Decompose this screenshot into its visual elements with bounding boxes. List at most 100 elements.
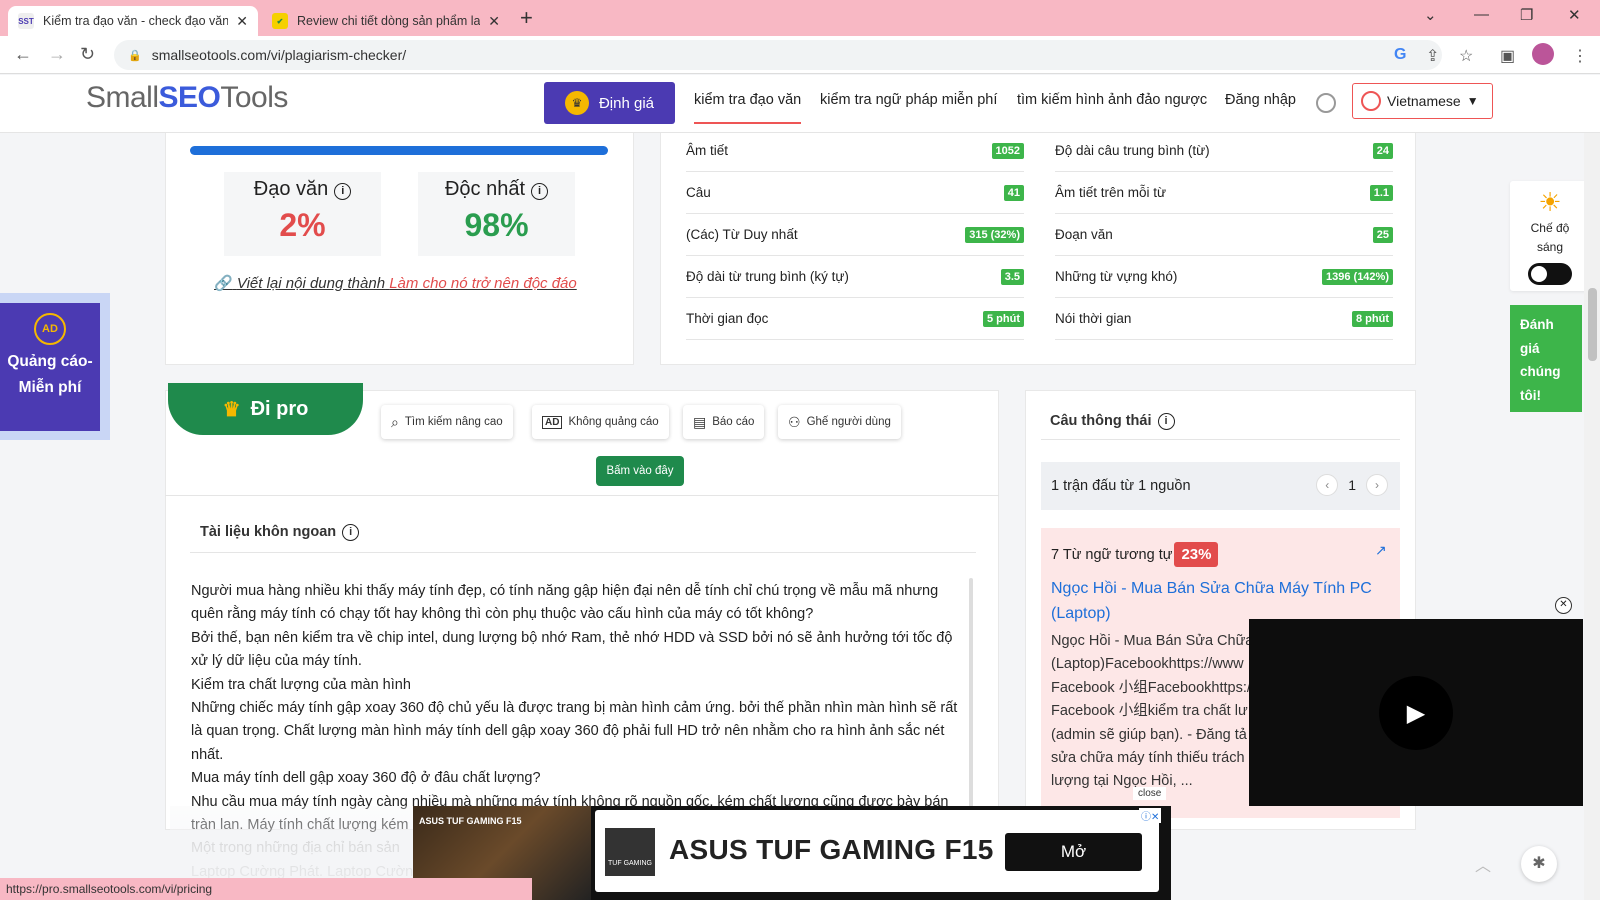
- url-text: smallseotools.com/vi/plagiarism-checker/: [151, 47, 407, 63]
- stat-value: 24: [1372, 142, 1393, 159]
- ad-free-banner[interactable]: AD Quảng cáo-Miễn phí: [0, 293, 110, 440]
- theme-label: Chế độ sáng: [1530, 221, 1570, 254]
- go-pro-ribbon[interactable]: ♛ Đi pro: [168, 383, 363, 435]
- rate-us-button[interactable]: Đánh giá chúng tôi!: [1510, 305, 1582, 412]
- site-header: SmallSEOTools ♛ Định giá kiểm tra đạo vă…: [0, 75, 1600, 133]
- plagiarism-box: Đạo văn i 2%: [224, 172, 381, 256]
- browser-tab-active[interactable]: SST Kiểm tra đạo văn - check đạo văn ✕: [8, 6, 258, 36]
- stat-row: Âm tiết trên mỗi từ 1.1: [1055, 172, 1393, 214]
- site-logo[interactable]: SmallSEOTools: [86, 81, 288, 115]
- avatar[interactable]: [1532, 43, 1554, 65]
- globe-icon: [1361, 91, 1381, 111]
- page-scrollbar[interactable]: [1584, 133, 1600, 900]
- close-tab-icon[interactable]: ✕: [236, 13, 248, 30]
- search-icon: ⌕: [391, 413, 399, 430]
- pricing-button[interactable]: ♛ Định giá: [544, 82, 675, 124]
- sentence-panel-title-text: Câu thông thái: [1050, 413, 1152, 429]
- stat-row: Âm tiết 1052: [686, 130, 1024, 172]
- browser-tab-strip: SST Kiểm tra đạo văn - check đạo văn ✕ ✔…: [0, 0, 1600, 36]
- external-link-icon[interactable]: ↗: [1375, 542, 1387, 559]
- ad-free-label: Quảng cáo-Miễn phí: [7, 353, 93, 396]
- go-pro-label: Đi pro: [250, 397, 309, 420]
- restore-icon[interactable]: ❐: [1520, 6, 1533, 24]
- kebab-menu-icon[interactable]: ⋮: [1572, 46, 1588, 66]
- info-icon[interactable]: i: [334, 183, 352, 200]
- nav-grammar-checker[interactable]: kiểm tra ngữ pháp miễn phí: [820, 92, 997, 108]
- tab-title: Kiểm tra đạo văn - check đạo văn: [43, 14, 229, 28]
- bug-report-icon[interactable]: ✱: [1521, 846, 1557, 882]
- similar-words-label: 7 Từ ngữ tương tự: [1051, 546, 1173, 563]
- feature-label: Không quảng cáo: [568, 416, 659, 428]
- rewrite-link[interactable]: 🔗 Viết lại nội dung thành Làm cho nó trở…: [214, 274, 577, 292]
- chevron-down-icon: ▼: [1466, 94, 1479, 108]
- close-tab-icon[interactable]: ✕: [488, 13, 500, 30]
- nav-login[interactable]: Đăng nhập: [1225, 92, 1296, 108]
- language-label: Vietnamese: [1387, 93, 1461, 109]
- google-icon[interactable]: G: [1394, 46, 1406, 64]
- play-icon[interactable]: ▶: [1379, 676, 1453, 750]
- address-bar[interactable]: 🔒 smallseotools.com/vi/plagiarism-checke…: [114, 40, 1442, 70]
- browser-tab[interactable]: ✔ Review chi tiết dòng sản phẩm la ✕: [262, 6, 510, 36]
- ad-open-button[interactable]: Mở: [1005, 833, 1142, 871]
- page-number: 1: [1348, 477, 1356, 493]
- adchoices-icon[interactable]: ⓘ✕: [1139, 808, 1162, 823]
- new-tab-icon[interactable]: +: [520, 6, 533, 30]
- click-here-button[interactable]: Bấm vào đây: [596, 456, 684, 486]
- page-scrollbar-thumb[interactable]: [1588, 288, 1597, 361]
- video-player[interactable]: ▶: [1249, 619, 1583, 806]
- feature-no-ads[interactable]: AD Không quảng cáo: [532, 405, 669, 439]
- similar-percent-badge: 23%: [1174, 542, 1219, 567]
- unique-box: Độc nhất i 98%: [418, 172, 575, 256]
- scroll-up-icon[interactable]: ︿: [1475, 852, 1491, 876]
- chevron-right-icon[interactable]: ›: [1366, 474, 1388, 496]
- document-scrollbar[interactable]: [969, 578, 973, 808]
- window-close-icon[interactable]: ✕: [1568, 6, 1581, 24]
- stat-row: Những từ vựng khó) 1396 (142%): [1055, 256, 1393, 298]
- browser-toolbar: ← → ↻ 🔒 smallseotools.com/vi/plagiarism-…: [0, 36, 1600, 74]
- feature-label: Tìm kiếm nâng cao: [404, 416, 503, 428]
- reload-icon[interactable]: ↻: [80, 44, 95, 65]
- stat-value: 1.1: [1369, 184, 1393, 201]
- tab-search-chevron-icon[interactable]: ⌄: [1424, 6, 1437, 24]
- close-label[interactable]: close: [1133, 787, 1167, 800]
- info-icon[interactable]: i: [1157, 413, 1175, 430]
- sidepanel-icon[interactable]: ▣: [1500, 46, 1515, 66]
- stat-label: Độ dài từ trung bình (ký tự): [686, 269, 849, 284]
- theme-toggle[interactable]: [1528, 263, 1572, 285]
- video-close-icon[interactable]: ✕: [1555, 597, 1572, 614]
- back-arrow-icon[interactable]: ←: [14, 44, 32, 65]
- tuf-logo-icon: TUF GAMING: [605, 828, 655, 876]
- feature-report[interactable]: ▤ Báo cáo: [683, 405, 765, 439]
- feature-label: Ghế người dùng: [806, 416, 891, 428]
- unique-label: Độc nhất: [444, 178, 526, 200]
- users-icon: ⚇: [788, 413, 801, 430]
- pager: ‹ 1 ›: [1316, 474, 1388, 496]
- nav-plagiarism-checker[interactable]: kiểm tra đạo văn: [694, 92, 802, 124]
- language-select[interactable]: Vietnamese ▼: [1352, 83, 1493, 119]
- chevron-left-icon[interactable]: ‹: [1316, 474, 1339, 496]
- search-icon[interactable]: [1316, 93, 1336, 113]
- ad-small-text: ASUS TUF GAMING F15: [419, 816, 522, 826]
- minimize-icon[interactable]: —: [1474, 6, 1489, 23]
- stat-label: Những từ vựng khó): [1055, 269, 1178, 284]
- feature-advanced-search[interactable]: ⌕ Tìm kiếm nâng cao: [381, 405, 513, 439]
- stat-row: Nói thời gian 8 phút: [1055, 298, 1393, 340]
- stat-label: Đoạn văn: [1055, 227, 1113, 242]
- rewrite-cta[interactable]: Làm cho nó trở nên độc đáo: [389, 275, 577, 292]
- nav-reverse-image-search[interactable]: tìm kiếm hình ảnh đảo ngược: [1017, 92, 1207, 108]
- stat-row: Thời gian đọc 5 phút: [686, 298, 1024, 340]
- forward-arrow-icon[interactable]: →: [48, 44, 66, 65]
- stat-row: Đoạn văn 25: [1055, 214, 1393, 256]
- share-icon[interactable]: ⇪: [1426, 46, 1439, 66]
- logo-text-left: Small: [86, 81, 159, 114]
- stat-value: 3.5: [1000, 268, 1024, 285]
- document-paragraph: Những chiếc máy tính gập xoay 360 độ chủ…: [191, 700, 958, 763]
- info-icon[interactable]: i: [342, 524, 360, 541]
- stat-value: 5 phút: [983, 310, 1024, 327]
- info-icon[interactable]: i: [531, 183, 549, 200]
- divider: [1041, 439, 1400, 440]
- bookmark-star-icon[interactable]: ☆: [1459, 46, 1473, 66]
- stat-row: Độ dài từ trung bình (ký tự) 3.5: [686, 256, 1024, 298]
- stat-value: 41: [1003, 184, 1024, 201]
- feature-user-seats[interactable]: ⚇ Ghế người dùng: [778, 405, 901, 439]
